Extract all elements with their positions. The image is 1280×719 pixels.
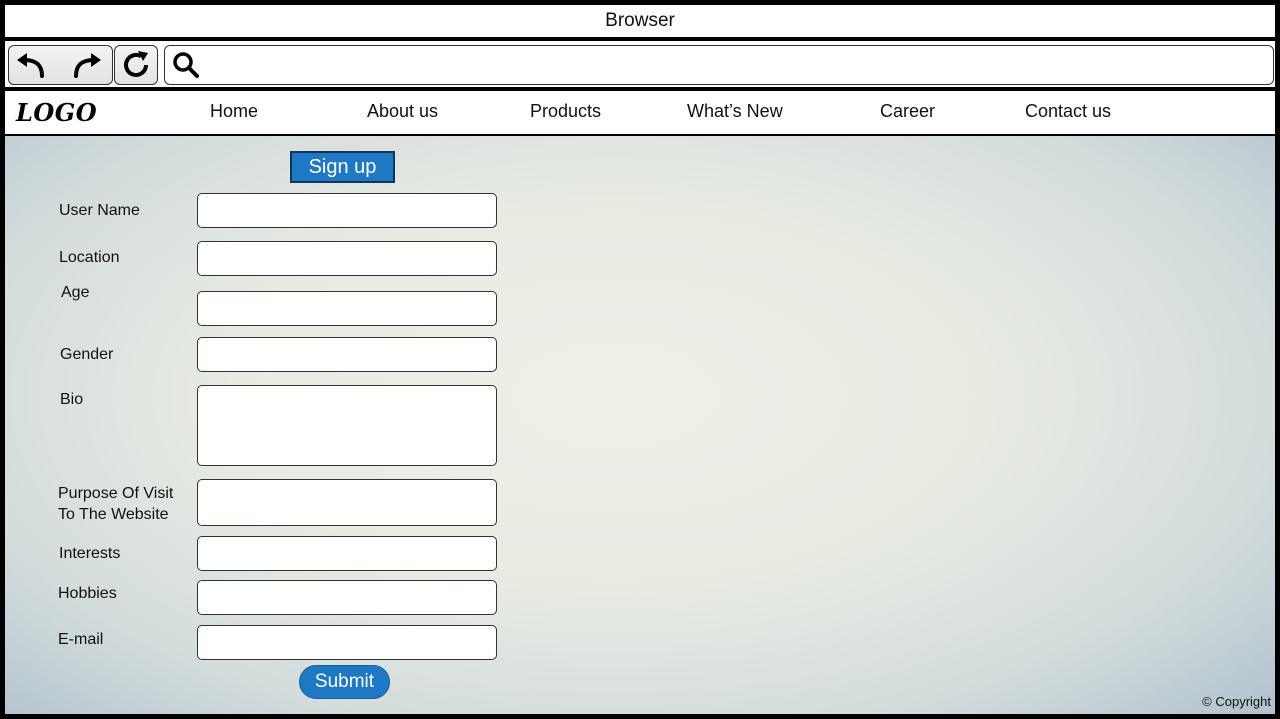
reload-button[interactable] xyxy=(114,45,158,85)
site-header: LOGO Home About us Products What’s New C… xyxy=(5,89,1275,135)
label-user-name: User Name xyxy=(59,202,140,219)
nav-contact-us[interactable]: Contact us xyxy=(1025,101,1111,122)
label-gender: Gender xyxy=(60,346,114,363)
history-buttons xyxy=(8,45,113,85)
submit-button[interactable]: Submit xyxy=(299,665,390,699)
label-purpose-of-visit: Purpose Of Visit To The Website xyxy=(58,483,173,525)
location-field[interactable] xyxy=(197,241,497,276)
email-field[interactable] xyxy=(197,625,497,660)
purpose-of-visit-field[interactable] xyxy=(197,479,497,526)
site-logo[interactable]: LOGO xyxy=(16,98,97,127)
gender-field[interactable] xyxy=(197,337,497,372)
user-name-field[interactable] xyxy=(197,193,497,228)
label-bio: Bio xyxy=(60,391,84,408)
address-input[interactable] xyxy=(203,49,1273,81)
back-button[interactable] xyxy=(13,50,49,80)
browser-title: Browser xyxy=(605,10,675,31)
hobbies-field[interactable] xyxy=(197,580,497,615)
back-arrow-icon xyxy=(17,53,44,78)
label-purpose-line-1: Purpose Of Visit xyxy=(58,485,174,502)
browser-title-bar: Browser xyxy=(5,5,1275,39)
address-bar[interactable] xyxy=(164,45,1274,85)
browser-toolbar xyxy=(5,41,1275,87)
main-content: Sign up User Name Location Age Gender Bi… xyxy=(5,136,1275,714)
interests-field[interactable] xyxy=(197,536,497,571)
label-hobbies: Hobbies xyxy=(58,585,117,602)
nav-products[interactable]: Products xyxy=(530,101,601,122)
label-interests: Interests xyxy=(59,545,121,562)
nav-home[interactable]: Home xyxy=(210,101,258,122)
label-age: Age xyxy=(61,284,90,301)
forward-button[interactable] xyxy=(69,50,105,80)
age-field[interactable] xyxy=(197,291,497,326)
sign-up-button[interactable]: Sign up xyxy=(290,151,395,183)
label-purpose-line-2: To The Website xyxy=(58,506,169,523)
nav-career[interactable]: Career xyxy=(880,101,935,122)
label-email: E-mail xyxy=(58,631,104,648)
copyright-text: © Copyright xyxy=(1202,694,1271,709)
forward-arrow-icon xyxy=(74,53,101,78)
nav-whats-new[interactable]: What’s New xyxy=(687,101,783,122)
reload-icon xyxy=(124,51,148,77)
nav-about-us[interactable]: About us xyxy=(367,101,438,122)
label-location: Location xyxy=(59,249,120,266)
search-icon xyxy=(173,52,199,78)
bio-textarea[interactable] xyxy=(197,385,497,466)
